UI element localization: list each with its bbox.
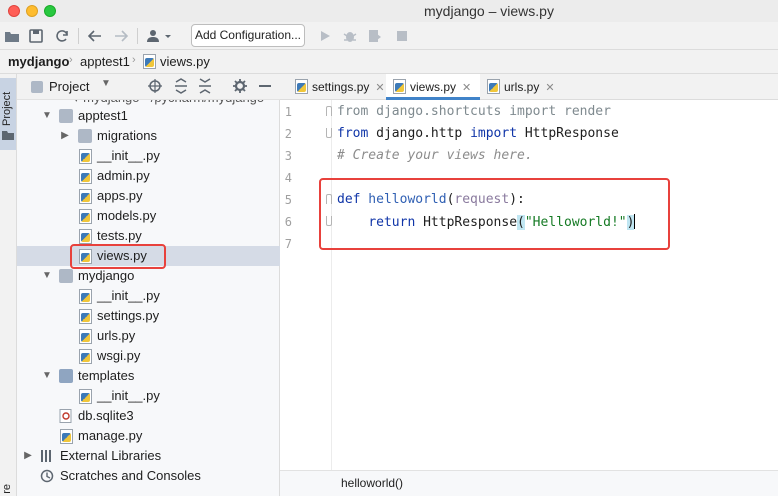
python-file-icon: [59, 429, 73, 444]
folder-icon: [78, 129, 92, 143]
tree-row-apptest1[interactable]: ▼ apptest1: [17, 106, 280, 126]
save-icon[interactable]: [27, 27, 45, 45]
close-tab-icon[interactable]: ✕: [545, 82, 554, 94]
highlight-views-file: [70, 244, 166, 269]
project-panel: Project ▼ ▾ mydjango ~/pycharm/mydjango …: [17, 74, 280, 496]
python-file-icon: [78, 169, 92, 184]
line-number-gutter: 1 2 3 4 5 6 7: [280, 100, 332, 470]
python-file-icon: [486, 79, 500, 94]
python-file-icon: [392, 79, 406, 94]
run-icon[interactable]: [316, 27, 334, 45]
hide-panel-icon[interactable]: [259, 85, 271, 87]
line-number: 7: [284, 237, 292, 251]
tree-row-init[interactable]: __init__.py: [17, 286, 280, 306]
highlight-helloworld-function: [319, 178, 670, 250]
tree-row-models[interactable]: models.py: [17, 206, 280, 226]
python-file-icon: [78, 329, 92, 344]
chevron-down-icon[interactable]: ▼: [101, 78, 111, 89]
sync-icon[interactable]: [53, 27, 71, 45]
breadcrumb: mydjango › apptest1 › views.py: [0, 50, 778, 74]
breadcrumb-project[interactable]: mydjango: [8, 54, 69, 69]
back-arrow-icon[interactable]: [86, 27, 104, 45]
database-file-icon: [59, 409, 73, 423]
python-file-icon: [78, 389, 92, 404]
folder-icon: [2, 131, 14, 140]
tree-row-mydjango[interactable]: ▼ mydjango: [17, 266, 280, 286]
python-file-icon: [78, 209, 92, 224]
python-file-icon: [78, 229, 92, 244]
python-file-icon: [78, 189, 92, 204]
project-panel-header: Project ▼: [17, 74, 280, 100]
collapse-all-icon[interactable]: [197, 78, 213, 97]
function-breadcrumb[interactable]: helloworld(): [341, 471, 403, 495]
tree-row-migrations[interactable]: ▶ migrations: [17, 126, 280, 146]
python-file-icon: [78, 349, 92, 364]
folder-icon: [59, 269, 73, 283]
expand-all-icon[interactable]: [173, 78, 189, 97]
line-number: 2: [284, 127, 292, 141]
tree-row-settings[interactable]: settings.py: [17, 306, 280, 326]
breadcrumb-file[interactable]: views.py: [142, 54, 210, 69]
debug-icon[interactable]: [341, 27, 359, 45]
stop-icon[interactable]: [393, 27, 411, 45]
tree-row-init[interactable]: __init__.py: [17, 386, 280, 406]
python-file-icon: [294, 79, 308, 94]
tree-row-tests[interactable]: tests.py: [17, 226, 280, 246]
line-number: 4: [284, 171, 292, 185]
gear-icon[interactable]: [232, 78, 248, 97]
close-tab-icon[interactable]: ✕: [462, 82, 471, 94]
editor-tabs: settings.py ✕ views.py ✕ urls.py ✕: [280, 74, 778, 100]
user-dropdown-icon[interactable]: [145, 27, 175, 45]
tree-row-wsgi[interactable]: wsgi.py: [17, 346, 280, 366]
tab-settings[interactable]: settings.py ✕: [286, 74, 386, 100]
python-file-icon: [78, 289, 92, 304]
line-number: 6: [284, 215, 292, 229]
project-tool-tab[interactable]: Project: [0, 78, 16, 150]
close-tab-icon[interactable]: ✕: [375, 82, 384, 94]
structure-tool-tab[interactable]: re: [1, 484, 13, 494]
code-line-1: from django.shortcuts import render: [337, 104, 611, 119]
window-title: mydjango – views.py: [424, 3, 554, 19]
code-line-2: from django.http import HttpResponse: [337, 126, 619, 141]
python-file-icon: [78, 309, 92, 324]
project-tree: ▾ mydjango ~/pycharm/mydjango ▼ apptest1…: [17, 100, 280, 496]
code-line-3: # Create your views here.: [337, 148, 533, 163]
fold-marker-icon[interactable]: [326, 128, 332, 138]
tree-row-scratches[interactable]: Scratches and Consoles: [17, 466, 280, 486]
main-toolbar: Add Configuration...: [0, 22, 778, 50]
tab-views[interactable]: views.py ✕: [386, 74, 480, 100]
code-editor[interactable]: from django.shortcuts import render from…: [333, 100, 778, 470]
tree-row-admin[interactable]: admin.py: [17, 166, 280, 186]
library-icon: [40, 449, 54, 463]
fold-marker-icon[interactable]: [326, 106, 332, 116]
line-number: 1: [284, 105, 292, 119]
tree-row-db[interactable]: db.sqlite3: [17, 406, 280, 426]
scratches-icon: [40, 469, 54, 483]
add-configuration-button[interactable]: Add Configuration...: [191, 24, 305, 47]
tree-row-apps[interactable]: apps.py: [17, 186, 280, 206]
forward-arrow-icon[interactable]: [112, 27, 130, 45]
editor-breadcrumb-bar: helloworld(): [280, 470, 778, 496]
folder-icon: [59, 369, 73, 383]
tree-row-urls[interactable]: urls.py: [17, 326, 280, 346]
line-number: 5: [284, 193, 292, 207]
tree-row-init[interactable]: __init__.py: [17, 146, 280, 166]
tab-urls[interactable]: urls.py ✕: [480, 74, 560, 100]
tree-row-templates[interactable]: ▼ templates: [17, 366, 280, 386]
project-view-title[interactable]: Project: [49, 79, 89, 94]
locate-file-icon[interactable]: [147, 78, 163, 97]
line-number: 3: [284, 149, 292, 163]
tree-row-external-libraries[interactable]: ▶ External Libraries: [17, 446, 280, 466]
tree-row-manage[interactable]: manage.py: [17, 426, 280, 446]
folder-icon: [59, 109, 73, 123]
python-file-icon: [142, 54, 156, 69]
coverage-icon[interactable]: [366, 27, 384, 45]
python-file-icon: [78, 149, 92, 164]
project-view-icon: [31, 81, 43, 93]
breadcrumb-folder[interactable]: apptest1: [80, 54, 130, 69]
tool-window-stripe: Project re: [0, 74, 17, 496]
open-folder-icon[interactable]: [3, 27, 21, 45]
title-bar: mydjango – views.py: [0, 0, 778, 22]
